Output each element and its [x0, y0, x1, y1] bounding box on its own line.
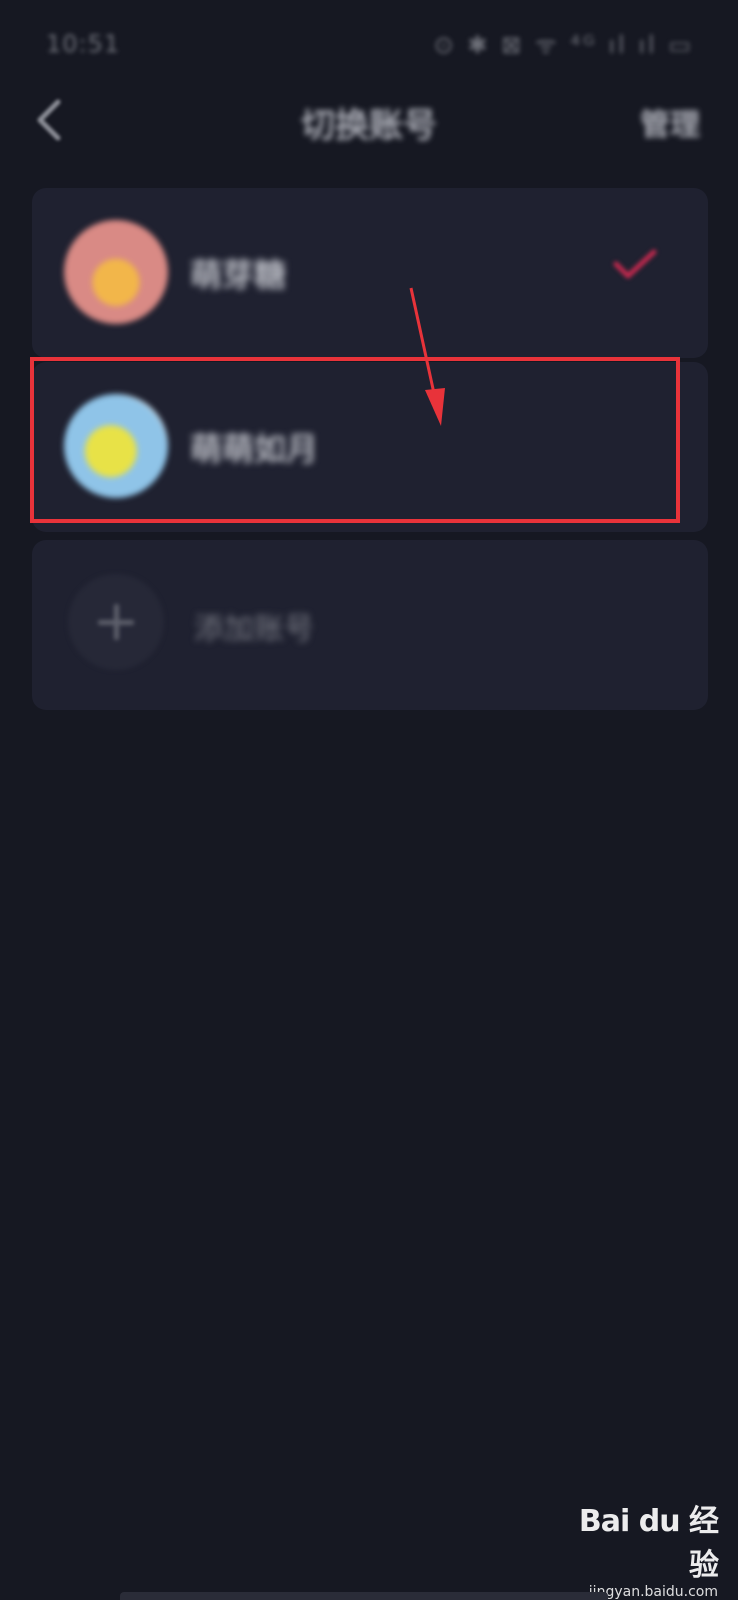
- avatar: [64, 394, 168, 498]
- check-icon: [610, 244, 660, 284]
- switch-account-screen: 10:51 ⊙ ✱ ⊠ ᯤ ⁴ᴳ ıl ıl ▭ 切换账号 管理 萌芽糖 萌萌如…: [0, 0, 738, 1600]
- status-icons: ⊙ ✱ ⊠ ᯤ ⁴ᴳ ıl ıl ▭: [433, 31, 694, 59]
- account-item-switch[interactable]: 萌萌如月: [32, 362, 708, 532]
- account-name: 萌萌如月: [190, 430, 319, 468]
- status-bar: 10:51 ⊙ ✱ ⊠ ᯤ ⁴ᴳ ıl ıl ▭: [0, 0, 738, 90]
- manage-button[interactable]: 管理: [640, 100, 700, 144]
- add-avatar-circle: [68, 574, 164, 670]
- watermark: Bai du 经验 jingyan.baidu.com: [558, 1496, 719, 1600]
- avatar: [64, 220, 168, 324]
- add-account-button[interactable]: 添加账号: [32, 540, 708, 710]
- account-item-current[interactable]: 萌芽糖: [32, 188, 708, 358]
- plus-icon: [98, 604, 134, 640]
- home-indicator: [120, 1592, 608, 1600]
- status-time: 10:51: [46, 30, 121, 58]
- nav-bar: 切换账号 管理: [0, 80, 738, 160]
- page-title: 切换账号: [301, 106, 437, 146]
- add-account-label: 添加账号: [194, 612, 314, 647]
- account-name: 萌芽糖: [190, 256, 287, 294]
- watermark-logo: Bai du 经验: [578, 1504, 719, 1583]
